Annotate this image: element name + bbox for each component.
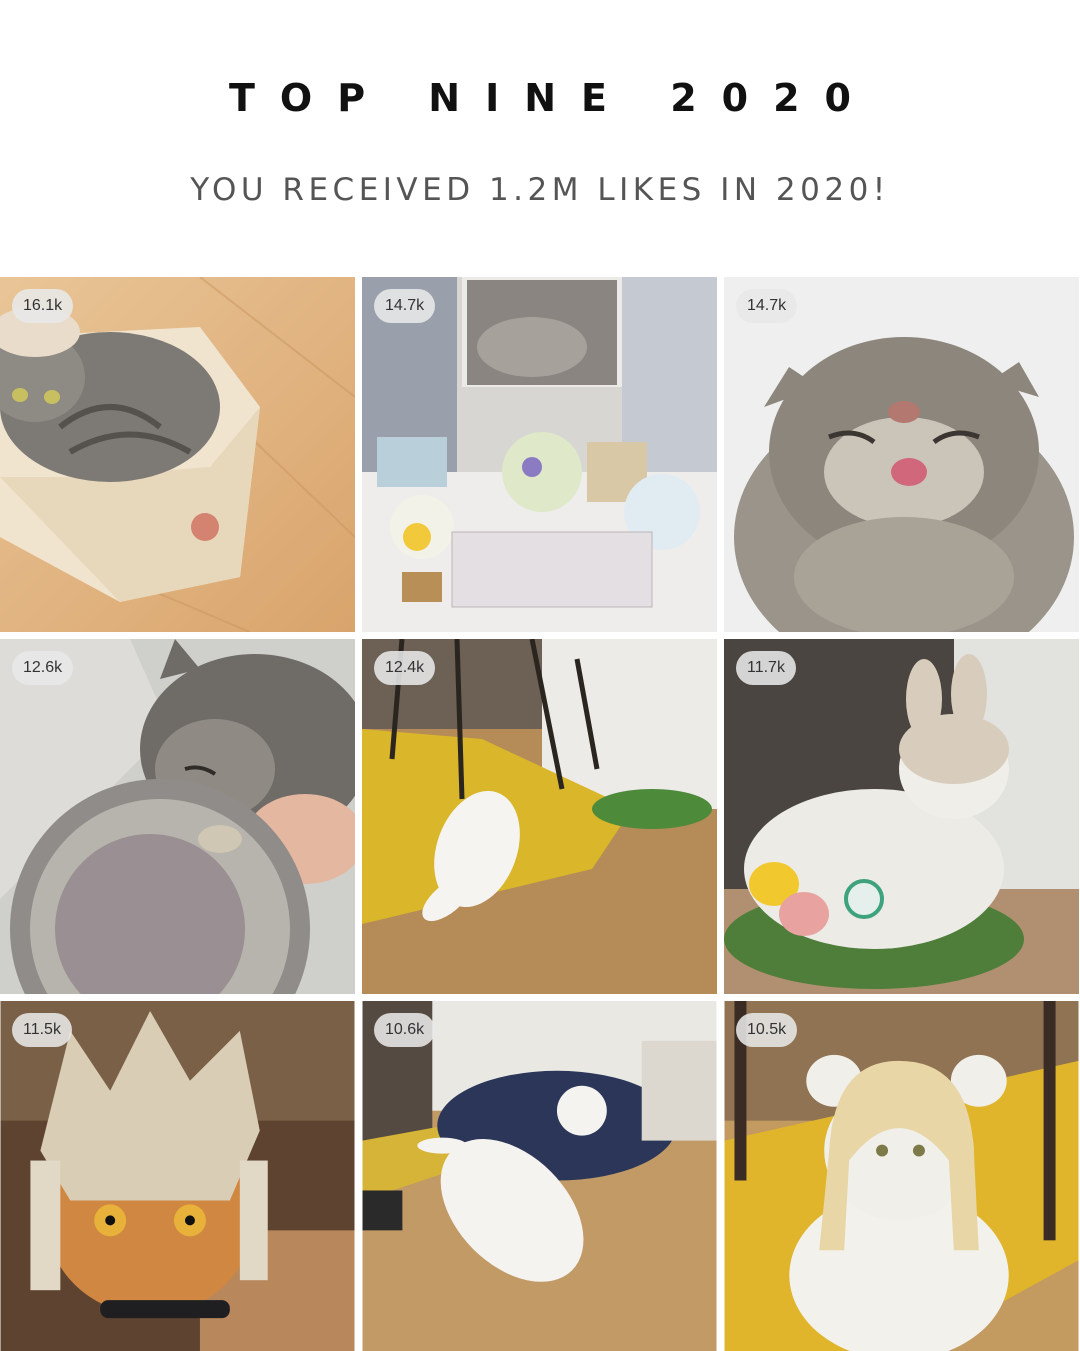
photo-tile-5[interactable]: 12.4k (362, 639, 717, 994)
top-nine-page: TOP NINE 2020 YOU RECEIVED 1.2M LIKES IN… (0, 0, 1080, 1351)
likes-badge: 14.7k (736, 289, 798, 323)
photo-tile-4[interactable]: 12.6k (0, 639, 355, 994)
likes-badge: 12.4k (374, 651, 436, 685)
likes-badge: 12.6k (12, 651, 74, 685)
likes-badge: 10.5k (736, 1013, 798, 1047)
blonde-wig-cat-photo (724, 1001, 1079, 1351)
sleepy-cat-photo (0, 639, 355, 994)
cat-in-box-photo (0, 277, 355, 632)
photo-tile-8[interactable]: 10.6k (362, 1001, 717, 1351)
page-title: TOP NINE 2020 (229, 76, 876, 120)
photo-grid: 16.1k 14.7k 14.7k 12.6k 12.4k 11.7k 11.5… (0, 277, 1080, 1351)
cat-on-back-photo (362, 1001, 717, 1351)
bunny-hat-cat-photo (724, 639, 1079, 994)
cat-lying-floor-photo (362, 639, 717, 994)
memorial-altar-photo (362, 277, 717, 632)
likes-badge: 11.5k (12, 1013, 72, 1047)
photo-tile-9[interactable]: 10.5k (724, 1001, 1079, 1351)
photo-tile-6[interactable]: 11.7k (724, 639, 1079, 994)
likes-summary: YOU RECEIVED 1.2M LIKES IN 2020! (190, 172, 890, 208)
photo-tile-7[interactable]: 11.5k (0, 1001, 355, 1351)
cat-tongue-photo (724, 277, 1079, 632)
spiky-wig-cat-photo (0, 1001, 355, 1351)
likes-badge: 11.7k (736, 651, 796, 685)
likes-badge: 10.6k (374, 1013, 436, 1047)
photo-tile-2[interactable]: 14.7k (362, 277, 717, 632)
likes-badge: 14.7k (374, 289, 436, 323)
likes-badge: 16.1k (12, 289, 74, 323)
photo-tile-3[interactable]: 14.7k (724, 277, 1079, 632)
photo-tile-1[interactable]: 16.1k (0, 277, 355, 632)
